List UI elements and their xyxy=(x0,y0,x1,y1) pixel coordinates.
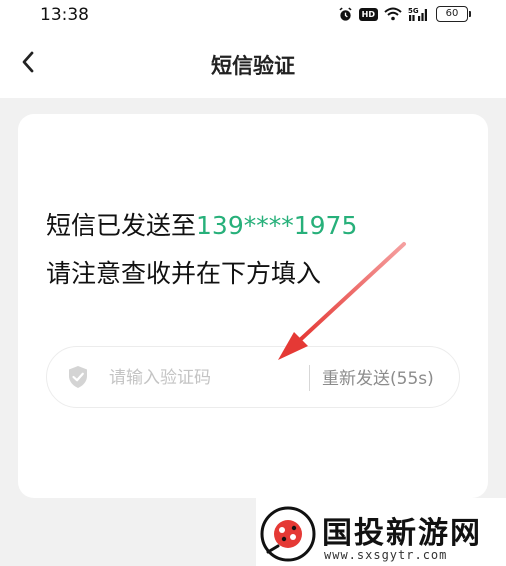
wifi-icon xyxy=(384,7,402,21)
watermark-url: www.sxsgytr.com xyxy=(324,548,448,562)
shield-check-icon xyxy=(67,365,89,393)
instruction-text: 请注意查收并在下方填入 xyxy=(46,259,322,288)
page-title: 短信验证 xyxy=(211,54,295,78)
verification-code-input[interactable] xyxy=(107,361,301,395)
signal-5g-label: 5G xyxy=(408,7,419,15)
status-bar: 13:38 HD 5G 60 xyxy=(0,0,506,30)
battery-icon: 60 xyxy=(436,6,471,22)
watermark-name: 国投新游网 xyxy=(322,516,482,551)
sent-prefix: 短信已发送至 xyxy=(46,211,197,240)
phone-number: 139****1975 xyxy=(196,211,358,240)
status-time: 13:38 xyxy=(40,5,89,25)
alarm-icon xyxy=(338,7,353,22)
code-field: 重新发送(55s) xyxy=(46,346,460,408)
watermark: 国投新游网 www.sxsgytr.com xyxy=(256,498,506,566)
hd-icon: HD xyxy=(358,7,378,21)
watermark-logo-icon xyxy=(260,506,316,566)
signal-icon: 5G xyxy=(408,6,430,22)
nav-bar: 短信验证 xyxy=(0,30,506,98)
sent-message: 短信已发送至139****1975 xyxy=(46,206,357,242)
status-icons: HD 5G 60 xyxy=(338,6,471,22)
resend-button[interactable]: 重新发送(55s) xyxy=(322,364,434,389)
verification-card: 短信已发送至139****1975 请注意查收并在下方填入 重新发送(55s) xyxy=(18,114,488,498)
field-divider xyxy=(309,365,310,391)
